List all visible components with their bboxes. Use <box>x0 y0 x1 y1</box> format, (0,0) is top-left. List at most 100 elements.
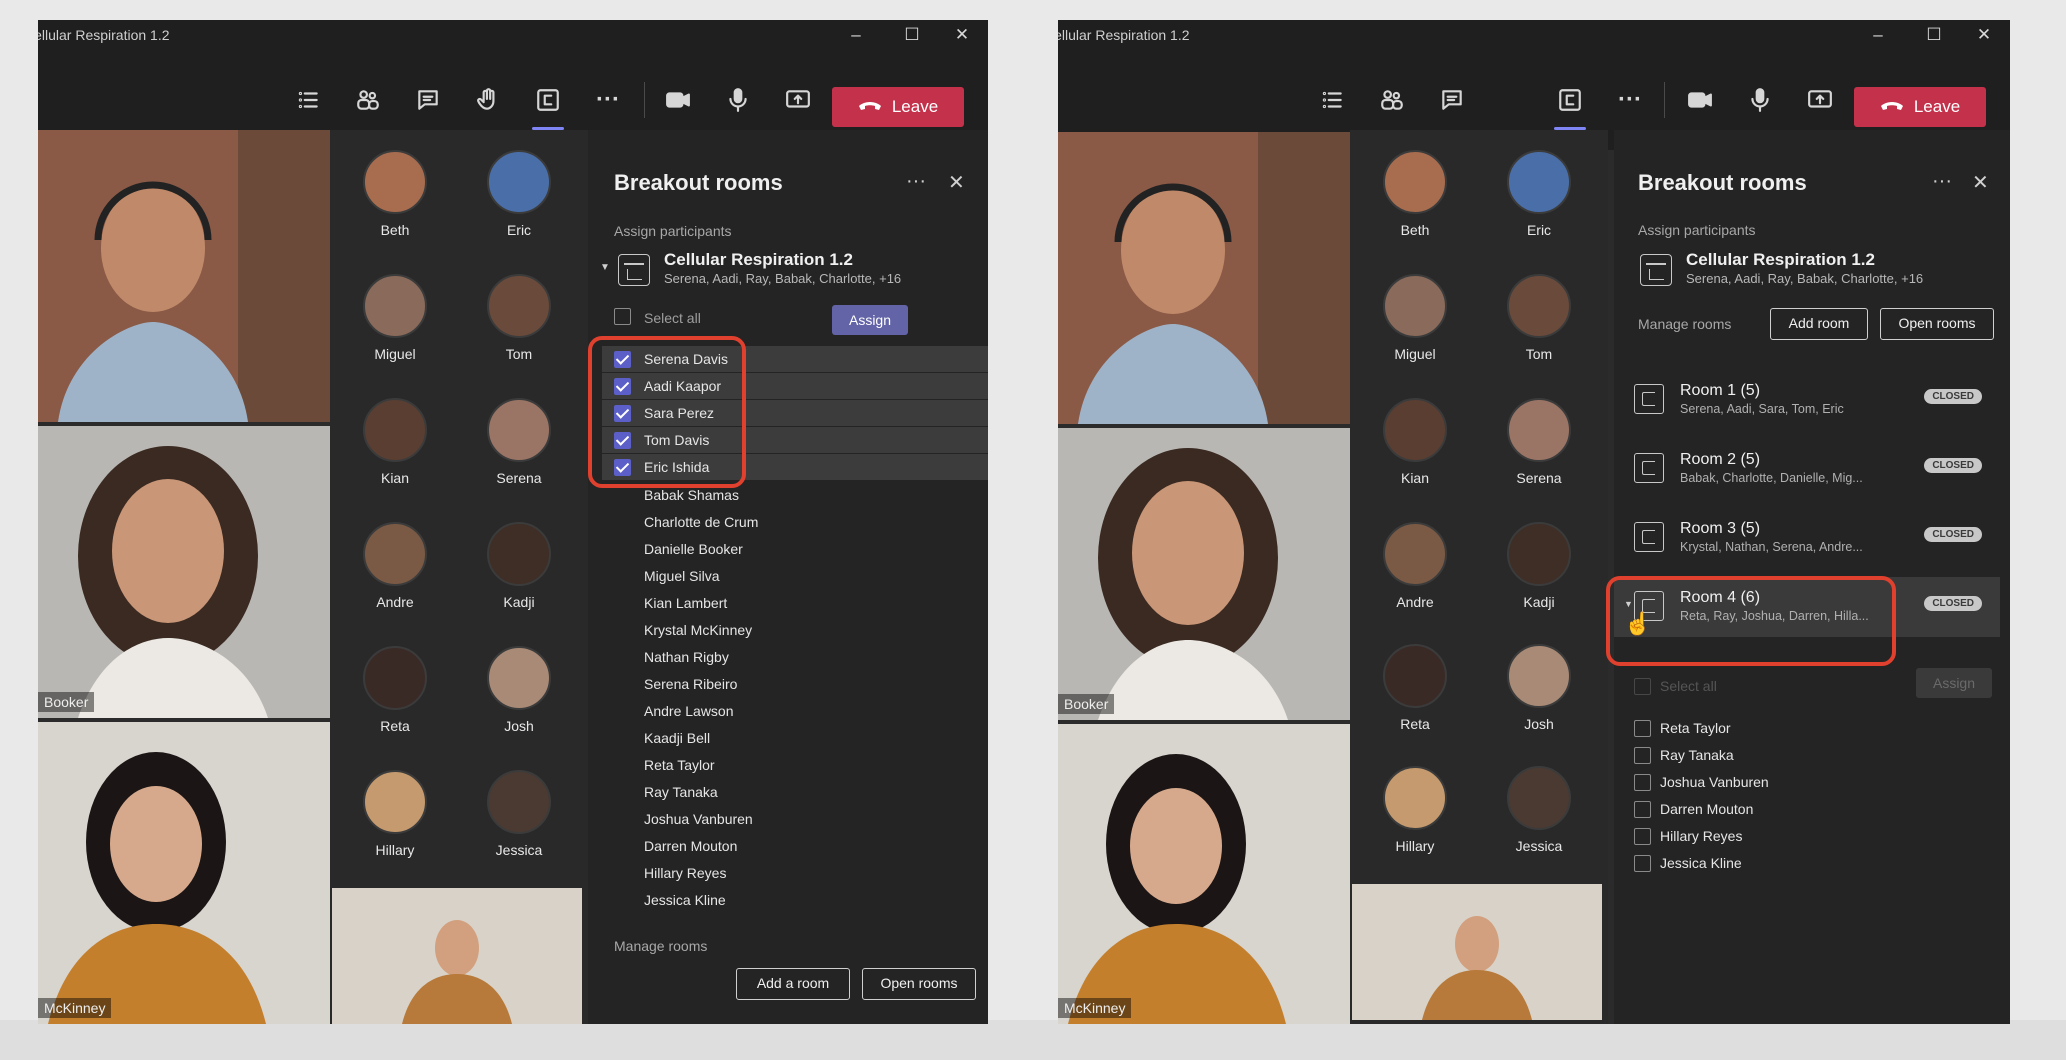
open-rooms-button[interactable]: Open rooms <box>862 968 976 1000</box>
participant-checkbox[interactable] <box>1634 720 1651 737</box>
roster-person[interactable]: Miguel <box>340 274 450 362</box>
participant-name[interactable]: Darren Mouton <box>644 838 737 854</box>
roster-person[interactable]: Andre <box>1360 522 1470 610</box>
roster-person[interactable]: Serena <box>1484 398 1594 486</box>
participant-name[interactable]: Charlotte de Crum <box>644 514 758 530</box>
collapse-caret-icon[interactable]: ▼ <box>600 262 610 273</box>
roster-person[interactable]: Kadji <box>1484 522 1594 610</box>
microphone-icon[interactable] <box>718 80 758 120</box>
participant-name[interactable]: Miguel Silva <box>644 568 719 584</box>
minimize-button[interactable]: – <box>836 23 876 47</box>
roster-person[interactable]: Tom <box>464 274 574 362</box>
camera-icon[interactable] <box>658 80 698 120</box>
more-actions-icon[interactable]: ··· <box>1610 80 1650 120</box>
video-tile[interactable]: McKinney <box>1058 724 1350 1024</box>
maximize-button[interactable]: ☐ <box>1914 23 1954 47</box>
video-tile[interactable] <box>38 130 330 422</box>
participant-checkbox[interactable] <box>1634 747 1651 764</box>
roster-person[interactable]: Eric <box>1484 150 1594 238</box>
roster-person[interactable]: Reta <box>1360 644 1470 732</box>
breakout-rooms-icon[interactable] <box>528 80 568 130</box>
minimize-button[interactable]: – <box>1858 23 1898 47</box>
roster-person[interactable]: Beth <box>340 150 450 238</box>
participant-name[interactable]: Danielle Booker <box>644 541 743 557</box>
avatar <box>487 150 551 214</box>
participant-name[interactable]: Joshua Vanburen <box>644 811 753 827</box>
more-actions-icon[interactable]: ··· <box>588 80 628 120</box>
participant-name[interactable]: Babak Shamas <box>644 487 739 503</box>
video-tile[interactable]: Booker <box>38 426 330 718</box>
roster-person[interactable]: Josh <box>464 646 574 734</box>
leave-button[interactable]: Leave <box>1854 87 1986 127</box>
participants-icon[interactable] <box>1372 80 1412 120</box>
breakout-rooms-icon[interactable] <box>1550 80 1590 130</box>
roster-person[interactable]: Kian <box>340 398 450 486</box>
participant-name[interactable]: Andre Lawson <box>644 703 734 719</box>
assign-button[interactable]: Assign <box>832 305 908 335</box>
share-screen-icon[interactable] <box>778 80 818 120</box>
room-row[interactable]: Room 3 (5) Krystal, Nathan, Serena, Andr… <box>1614 508 2000 568</box>
roster-name: Jessica <box>1515 838 1563 854</box>
share-screen-icon[interactable] <box>1800 80 1840 120</box>
roster-person[interactable]: Kian <box>1360 398 1470 486</box>
participant-name[interactable]: Reta Taylor <box>644 757 715 773</box>
show-conversation-list-icon[interactable] <box>1312 80 1352 120</box>
participant-name[interactable]: Jessica Kline <box>644 892 726 908</box>
roster-person[interactable]: Beth <box>1360 150 1470 238</box>
participant-name[interactable]: Nathan Rigby <box>644 649 729 665</box>
roster-person[interactable]: Jessica <box>464 770 574 858</box>
chat-icon[interactable] <box>408 80 448 120</box>
roster-person[interactable]: Tom <box>1484 274 1594 362</box>
roster-person[interactable]: Reta <box>340 646 450 734</box>
select-all-checkbox[interactable] <box>1634 678 1651 695</box>
self-video-preview[interactable] <box>1352 884 1602 1020</box>
microphone-icon[interactable] <box>1740 80 1780 120</box>
raise-hand-icon[interactable] <box>468 80 508 120</box>
participant-name[interactable]: Kian Lambert <box>644 595 727 611</box>
panel-close-icon[interactable]: ✕ <box>948 170 965 195</box>
roster-person[interactable]: Hillary <box>1360 766 1470 854</box>
participant-checkbox[interactable] <box>1634 828 1651 845</box>
panel-more-icon[interactable]: ··· <box>1932 170 1952 193</box>
chat-icon[interactable] <box>1432 80 1472 120</box>
close-window-button[interactable]: ✕ <box>942 23 982 47</box>
roster-person[interactable]: Andre <box>340 522 450 610</box>
participant-name[interactable]: Kaadji Bell <box>644 730 710 746</box>
roster-person[interactable]: Miguel <box>1360 274 1470 362</box>
breakout-rooms-panel: Breakout rooms ··· ✕ Assign participants… <box>588 130 988 1024</box>
add-a-room-button[interactable]: Add a room <box>736 968 850 1000</box>
roster-person[interactable]: Kadji <box>464 522 574 610</box>
video-tile[interactable]: McKinney <box>38 722 330 1024</box>
close-window-button[interactable]: ✕ <box>1964 23 2004 47</box>
roster-person[interactable]: Josh <box>1484 644 1594 732</box>
camera-icon[interactable] <box>1680 80 1720 120</box>
participant-checkbox[interactable] <box>1634 801 1651 818</box>
leave-button[interactable]: Leave <box>832 87 964 127</box>
avatar <box>1383 150 1447 214</box>
select-all-checkbox[interactable] <box>614 308 631 325</box>
participant-name[interactable]: Hillary Reyes <box>644 865 726 881</box>
self-video-preview[interactable] <box>332 888 582 1024</box>
roster-person[interactable]: Serena <box>464 398 574 486</box>
maximize-button[interactable]: ☐ <box>892 23 932 47</box>
avatar <box>1507 766 1571 830</box>
participant-name[interactable]: Krystal McKinney <box>644 622 752 638</box>
room-row[interactable]: Room 2 (5) Babak, Charlotte, Danielle, M… <box>1614 439 2000 499</box>
participant-name[interactable]: Ray Tanaka <box>644 784 718 800</box>
video-tile[interactable]: Booker <box>1058 428 1350 720</box>
show-conversation-list-icon[interactable] <box>288 80 328 120</box>
roster-person[interactable]: Hillary <box>340 770 450 858</box>
participant-checkbox[interactable] <box>1634 774 1651 791</box>
add-room-button[interactable]: Add room <box>1770 308 1868 340</box>
panel-more-icon[interactable]: ··· <box>906 170 926 193</box>
assign-button[interactable]: Assign <box>1916 668 1992 698</box>
roster-person[interactable]: Eric <box>464 150 574 238</box>
open-rooms-button[interactable]: Open rooms <box>1880 308 1994 340</box>
roster-person[interactable]: Jessica <box>1484 766 1594 854</box>
participant-checkbox[interactable] <box>1634 855 1651 872</box>
panel-close-icon[interactable]: ✕ <box>1972 170 1989 195</box>
room-row[interactable]: Room 1 (5) Serena, Aadi, Sara, Tom, Eric… <box>1614 370 2000 430</box>
participant-name[interactable]: Serena Ribeiro <box>644 676 737 692</box>
participants-icon[interactable] <box>348 80 388 120</box>
video-tile[interactable] <box>1058 132 1350 424</box>
